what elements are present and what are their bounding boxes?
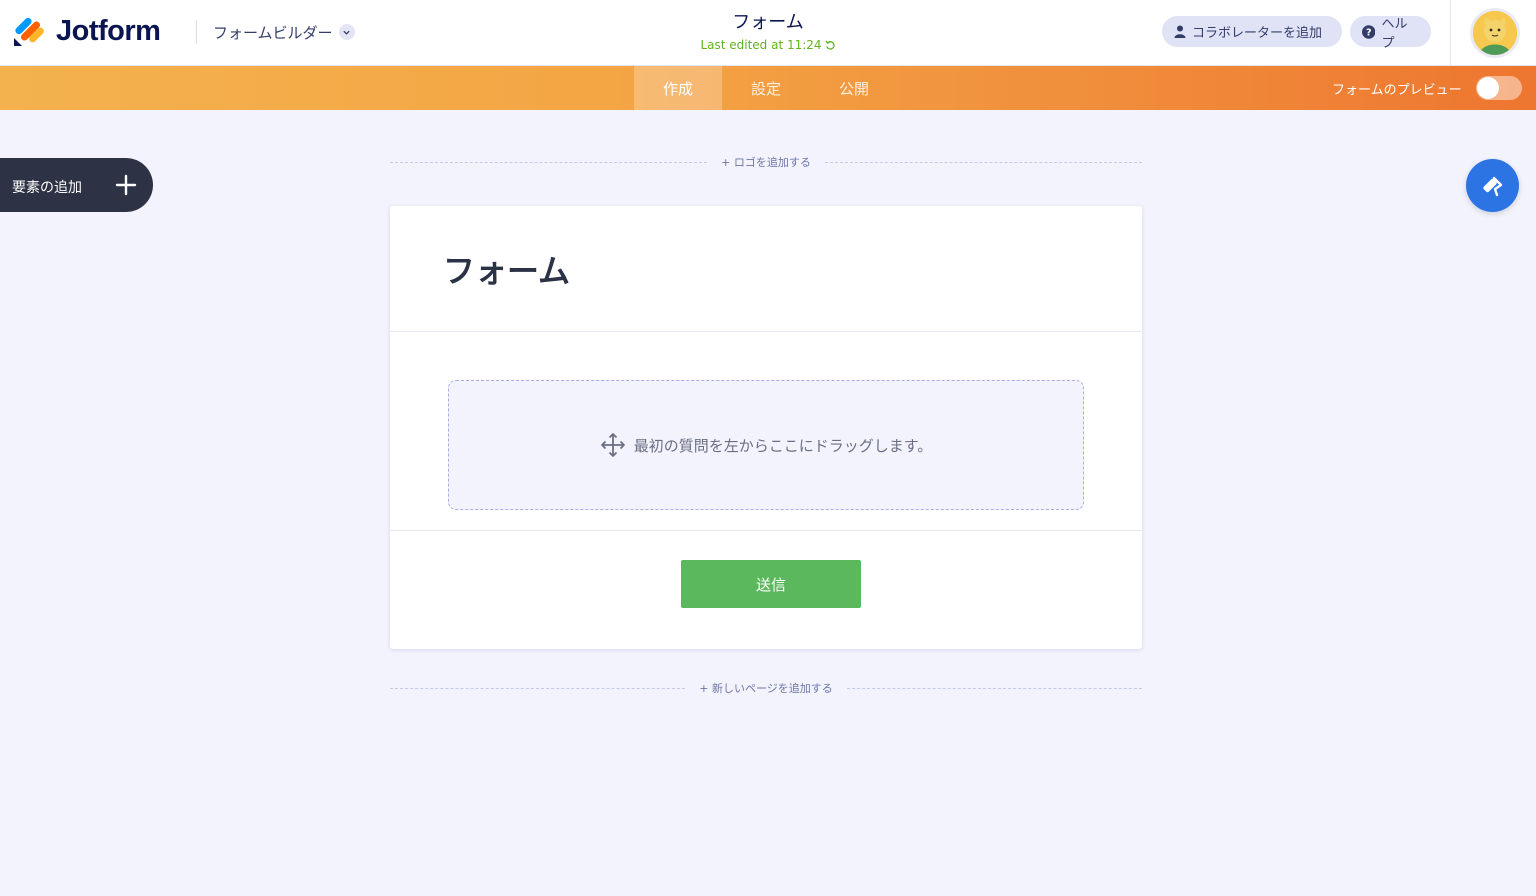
dashed-divider	[390, 687, 686, 689]
jotform-logo-icon	[14, 17, 44, 46]
move-icon	[600, 433, 625, 457]
dashed-divider	[390, 161, 708, 163]
builder-navbar: 作成 設定 公開 フォームのプレビュー	[0, 66, 1536, 110]
tab-build[interactable]: 作成	[634, 66, 722, 110]
form-title-block: フォーム Last edited at 11:24	[618, 8, 918, 52]
add-collaborator-label: コラボレーターを追加	[1192, 26, 1323, 41]
heading-separator	[390, 331, 1142, 332]
tab-settings[interactable]: 設定	[722, 66, 810, 110]
form-title[interactable]: フォーム	[618, 8, 918, 34]
add-logo-row: + ロゴを追加する	[390, 154, 1142, 170]
help-button[interactable]: ? ヘルプ	[1350, 16, 1431, 51]
builder-label: フォームビルダー	[213, 23, 333, 42]
help-label: ヘルプ	[1381, 16, 1408, 51]
add-page-link[interactable]: + 新しいページを追加する	[699, 680, 833, 696]
add-logo-link[interactable]: + ロゴを追加する	[721, 154, 811, 170]
dashed-divider	[824, 161, 1142, 163]
question-icon: ?	[1362, 24, 1376, 39]
jotform-logo[interactable]: Jotform	[12, 14, 161, 48]
svg-text:?: ?	[1366, 27, 1372, 38]
header-separator	[1450, 0, 1451, 66]
question-dropzone[interactable]: 最初の質問を左からここにドラッグします。	[448, 380, 1084, 510]
submit-button[interactable]: 送信	[681, 560, 861, 608]
user-icon	[1174, 25, 1186, 38]
toggle-knob	[1477, 77, 1499, 99]
avatar-image	[1473, 11, 1517, 55]
tab-publish[interactable]: 公開	[810, 66, 898, 110]
add-page-row: + 新しいページを追加する	[390, 680, 1142, 696]
add-collaborator-button[interactable]: コラボレーターを追加	[1162, 16, 1342, 47]
top-header: Jotform フォームビルダー フォーム Last edited at 11:…	[0, 0, 1536, 66]
avatar[interactable]	[1470, 8, 1520, 58]
form-preview-toggle[interactable]	[1476, 76, 1522, 100]
dropzone-text: 最初の質問を左からここにドラッグします。	[633, 436, 933, 455]
form-designer-button[interactable]	[1466, 159, 1519, 212]
form-heading[interactable]: フォーム	[443, 246, 570, 292]
plus-icon	[115, 174, 137, 196]
header-divider	[196, 20, 197, 44]
add-element-button[interactable]: 要素の追加	[0, 158, 153, 212]
last-edited-status: Last edited at 11:24	[618, 38, 918, 52]
form-card: フォーム 最初の質問を左からここにドラッグします。 送信	[390, 206, 1142, 649]
submit-separator	[390, 530, 1142, 531]
paint-roller-icon	[1482, 176, 1502, 196]
add-element-label: 要素の追加	[12, 180, 82, 196]
refresh-icon[interactable]	[824, 40, 836, 51]
form-preview-label: フォームのプレビュー	[1332, 83, 1462, 98]
builder-switcher[interactable]: フォームビルダー	[213, 19, 355, 45]
dashed-divider	[846, 687, 1142, 689]
last-edited-text: Last edited at 11:24	[700, 38, 822, 52]
chevron-down-icon	[338, 24, 355, 40]
logo-text: Jotform	[56, 14, 161, 47]
